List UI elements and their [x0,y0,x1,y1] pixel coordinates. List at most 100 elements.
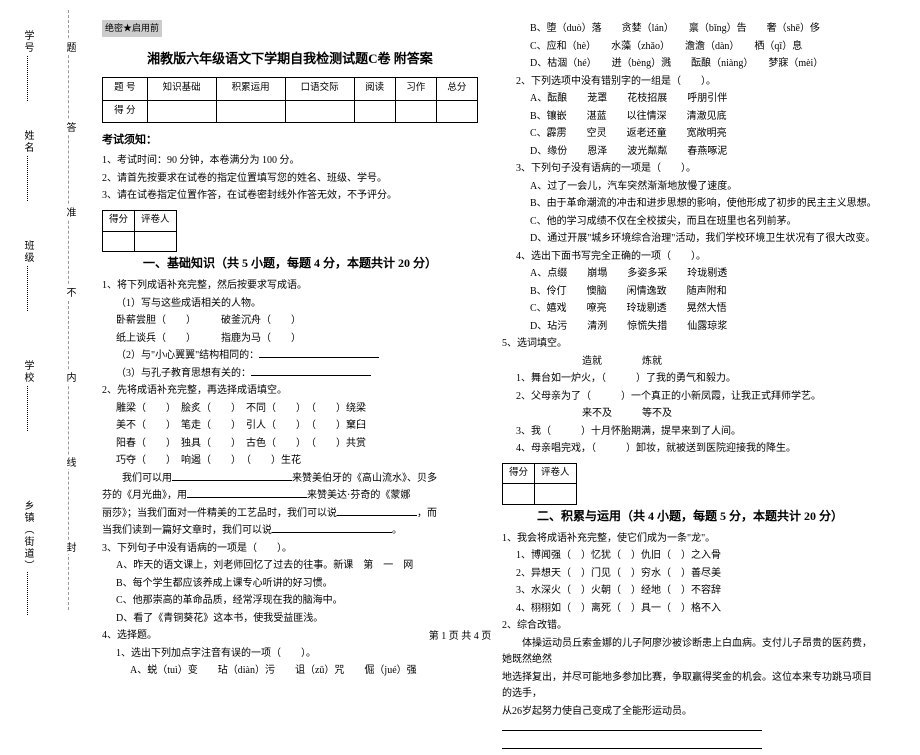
secret-mark: 绝密★启用前 [102,20,162,37]
q2g-end: ，而 [417,508,437,519]
seal-text-1: 题 [62,40,77,54]
right-column: B、堕（duò）落 贪婪（lán） 禀（bǐng）告 奢（shē）侈 C、应和（… [490,20,890,615]
seal-text-5: 内 [62,370,77,384]
blank[interactable] [259,348,379,358]
th-index: 题 号 [103,77,148,100]
q1c: （3）与孔子教育思想有关的： [102,366,478,383]
c2-l6d: D、玷污 清洌 惊慌失措 仙露琼浆 [502,319,878,336]
q2d: 巧夺（ ） 响遏（ ） （ ）生花 [102,453,478,470]
c2-l7a: 1、舞台如一炉火，（ ）了我的勇气和毅力。 [502,371,878,388]
c2-l6b: B、伶仃 懊脑 闲情逸致 随声附和 [502,284,878,301]
q2e: 我们可以用来赞美伯牙的《高山流水》、贝多 [102,471,478,488]
part2-title: 二、积累与运用（共 4 小题，每题 5 分，本题共计 20 分） [502,507,878,527]
q2f-mid: 来赞美达·芬奇的《蒙娜 [307,490,410,501]
q2c: 阳春（ ） 独具（ ） 古色（ ） （ ）共赏 [102,436,478,453]
score-box-2: 得分 评卷人 [502,463,577,505]
c2-l2: C、应和（hè） 水藻（zhǎo） 澹澹（dàn） 栖（qī）息 [502,39,878,56]
page-footer: 第 1 页 共 4 页 [0,627,920,642]
q1a1: 卧薪尝胆（ ） 破釜沉舟（ ） [102,313,478,330]
c2-l6a: A、点缀 崩塌 多姿多采 玲珑剔透 [502,266,878,283]
fold-dashed-line [68,10,69,610]
grader-cell[interactable] [135,231,177,252]
q1: 1、将下列成语补充完整，然后按要求写成语。 [102,278,478,295]
left-column: 绝密★启用前 湘教版六年级语文下学期自我检测试题C卷 附答案 题 号 知识基础 … [90,20,490,615]
cell-blank[interactable] [147,100,216,123]
c2-l6c: C、嬉戏 嘹亮 玲珑剔透 晃然大悟 [502,301,878,318]
c2-l4a: A、酝酿 茏罩 花枝招展 呼朋引伴 [502,91,878,108]
seal-text-3: 准 [62,205,77,219]
c2-l5b: B、由于革命潮流的冲击和进步思想的影响，使他形成了初步的民主主义思想。 [502,196,878,213]
blank[interactable] [251,366,371,376]
field-student-id: 学号 [20,30,35,101]
cell-blank[interactable] [354,100,395,123]
q2e-pre: 我们可以用 [102,473,172,484]
q3: 3、下列句子中没有语病的一项是（ ）。 [102,541,478,558]
cell-blank[interactable] [436,100,477,123]
q2f: 芬的《月光曲》，用来赞美达·芬奇的《蒙娜 [102,488,478,505]
q2b: 美不（ ） 笔走（ ） 引人（ ） （ ）窠臼 [102,418,478,435]
blank[interactable] [187,488,307,498]
seal-text-6: 线 [62,455,77,469]
q4a: 1、选出下列加点字注音有误的一项（ ）。 [102,646,478,663]
th-basic: 知识基础 [147,77,216,100]
q3b: B、每个学生都应该养成上课专心听讲的好习惯。 [102,576,478,593]
p2-q1a: 1、博闻强（ ）忆犹（ ）仇旧（ ）之入骨 [502,548,878,565]
seal-text-4: 不 [62,285,77,299]
q1b: （2）与"小心翼翼"结构相同的： [102,348,478,365]
field-name: 姓名 [20,130,35,201]
c2-l5: 3、下列句子没有语病的一项是（ ）。 [502,161,878,178]
seal-text-2: 答 [62,120,77,134]
p2-blank-line [502,739,878,755]
grader-label: 评卷人 [535,463,577,484]
part1-title: 一、基础知识（共 5 小题，每题 4 分，本题共计 20 分） [102,254,478,274]
score-cell[interactable] [103,231,135,252]
cell-blank[interactable] [216,100,285,123]
label-town: 乡镇（街道） [20,500,35,570]
row-score-label: 得 分 [103,100,148,123]
c2-l5d: D、通过开展"城乡环境综合治理"活动，我们学校环境卫生状况有了很大改变。 [502,231,878,248]
p2-blank-line [502,721,878,738]
cell-blank[interactable] [285,100,354,123]
c2-l4c: C、霹雳 空灵 返老还童 宽敞明亮 [502,126,878,143]
blank[interactable] [172,471,292,481]
p2-q1c: 3、水深火（ ）火朝（ ）经地（ ）不容辞 [502,583,878,600]
c2-l4d: D、缘份 恩泽 波光粼粼 春燕啄泥 [502,144,878,161]
field-town: 乡镇（街道） [20,500,35,615]
score-label: 得分 [503,463,535,484]
cell-blank[interactable] [395,100,436,123]
exam-title: 湘教版六年级语文下学期自我检测试题C卷 附答案 [102,48,478,69]
th-read: 阅读 [354,77,395,100]
score-cell[interactable] [503,484,535,505]
p2-q2b: 地选择复出，并尽可能地多参加比赛，争取赢得奖金的机会。这位本来专功跳马项目的选手… [502,670,878,703]
q1c-text: （3）与孔子教育思想有关的： [116,368,251,379]
th-oral: 口语交际 [285,77,354,100]
notice-1: 1、考试时间：90 分钟，本卷满分为 100 分。 [102,153,478,170]
q3c: C、他那崇高的革命品质，经常浮现在我的脑海中。 [102,593,478,610]
label-student-id: 学号 [20,30,35,54]
q3a: A、昨天的语文课上，刘老师回忆了过去的往事。新课 第 一 网 [102,558,478,575]
p2-q2c: 从26岁起努力使自己变成了全能形运动员。 [502,704,878,721]
c2-l7: 5、选词填空。 [502,336,878,353]
grader-cell[interactable] [535,484,577,505]
page-container: 绝密★启用前 湘教版六年级语文下学期自我检测试题C卷 附答案 题 号 知识基础 … [0,0,920,615]
binding-edge: 题 答 准 不 内 线 封 学号 姓名 班级 学校 乡镇（街道） [0,0,85,615]
seal-text-7: 封 [62,540,77,554]
q2h-pre: 当我们读到一篇好文章时，我们可以说 [102,525,272,536]
answer-line[interactable] [502,739,762,749]
q2g-pre: 丽莎》；当我们面对一件精美的工艺品时，我们可以说 [102,508,337,519]
p2-q1d: 4、栩栩如（ ）离死（ ）具一（ ）格不入 [502,601,878,618]
answer-line[interactable] [502,721,762,731]
c2-l7b: 2、父母亲为了（ ）一个真正的小新凤霞，让我正式拜师学艺。 [502,389,878,406]
blank[interactable] [272,523,392,533]
c2-l7c: 3、我（ ）十月怀胎期满，提早来到了人间。 [502,424,878,441]
q1a: （1）写与这些成语相关的人物。 [102,296,478,313]
notice-2: 2、请首先按要求在试卷的指定位置填写您的姓名、班级、学号。 [102,171,478,188]
label-class: 班级 [20,240,35,264]
notice-head: 考试须知： [102,131,478,149]
score-box-1: 得分 评卷人 [102,210,177,252]
q3d: D、看了《青铜葵花》这本书，使我受益匪浅。 [102,611,478,628]
blank[interactable] [337,506,417,516]
q1a2: 纸上谈兵（ ） 指鹿为马（ ） [102,331,478,348]
q2: 2、先将成语补充完整，再选择成语填空。 [102,383,478,400]
field-school: 学校 [20,360,35,431]
